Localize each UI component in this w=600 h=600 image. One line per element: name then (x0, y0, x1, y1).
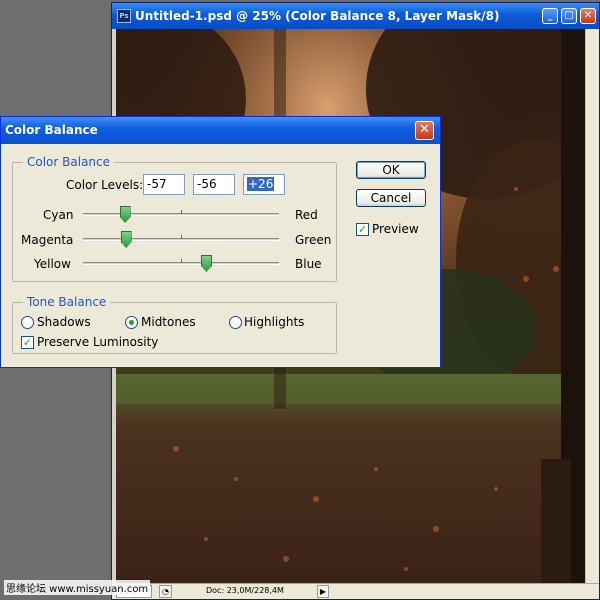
vertical-scrollbar[interactable] (585, 29, 599, 585)
midtones-label[interactable]: Midtones (141, 315, 196, 329)
color-levels-label: Color Levels: (66, 178, 144, 192)
dialog-title: Color Balance (5, 123, 98, 137)
slider-label-cyan: Cyan (43, 208, 74, 222)
slider-label-green: Green (295, 233, 332, 247)
document-size-info: Doc: 23,0M/228,4M (206, 586, 284, 595)
shadows-label[interactable]: Shadows (37, 315, 91, 329)
highlights-label[interactable]: Highlights (244, 315, 304, 329)
color-balance-dialog: Color Balance ✕ Color Balance Color Leve… (0, 116, 441, 368)
watermark: 思缘论坛 www.missyuan.com (4, 580, 151, 595)
highlights-radio[interactable] (229, 316, 242, 329)
slider-center-tick (181, 259, 182, 263)
photoshop-icon: Ps (117, 9, 131, 23)
status-info-icon[interactable]: ◔ (159, 585, 172, 598)
document-title: Untitled-1.psd @ 25% (Color Balance 8, L… (135, 9, 500, 23)
cancel-button[interactable]: Cancel (356, 189, 426, 207)
ok-button[interactable]: OK (356, 161, 426, 179)
slider-label-magenta: Magenta (21, 233, 74, 247)
midtones-radio[interactable] (125, 316, 138, 329)
slider-label-blue: Blue (295, 257, 322, 271)
slider-center-tick (181, 210, 182, 214)
maximize-button[interactable]: □ (561, 8, 577, 24)
status-menu-arrow-icon[interactable]: ▶ (317, 585, 329, 598)
selected-text: +26 (247, 177, 275, 191)
color-balance-legend: Color Balance (23, 155, 115, 169)
color-level-magenta-green-field[interactable]: -56 (193, 174, 235, 195)
preview-checkbox[interactable]: ✓ (356, 223, 369, 236)
document-titlebar[interactable]: Ps Untitled-1.psd @ 25% (Color Balance 8… (112, 3, 599, 29)
preserve-luminosity-checkbox[interactable]: ✓ (21, 336, 34, 349)
tone-balance-legend: Tone Balance (23, 295, 111, 309)
status-bar: 25% ◔ Doc: 23,0M/228,4M ▶ (112, 583, 599, 599)
color-level-cyan-red-field[interactable]: -57 (143, 174, 185, 195)
slider-label-yellow: Yellow (34, 257, 71, 271)
slider-label-red: Red (295, 208, 318, 222)
dialog-close-button[interactable]: ✕ (415, 121, 434, 140)
slider-center-tick (181, 235, 182, 239)
dialog-titlebar[interactable]: Color Balance ✕ (1, 117, 440, 144)
color-level-yellow-blue-field[interactable]: +26 (243, 174, 285, 195)
close-window-button[interactable]: ✕ (580, 8, 596, 24)
preview-label[interactable]: Preview (372, 222, 419, 236)
preserve-luminosity-label[interactable]: Preserve Luminosity (37, 335, 158, 349)
minimize-button[interactable]: _ (542, 8, 558, 24)
shadows-radio[interactable] (21, 316, 34, 329)
